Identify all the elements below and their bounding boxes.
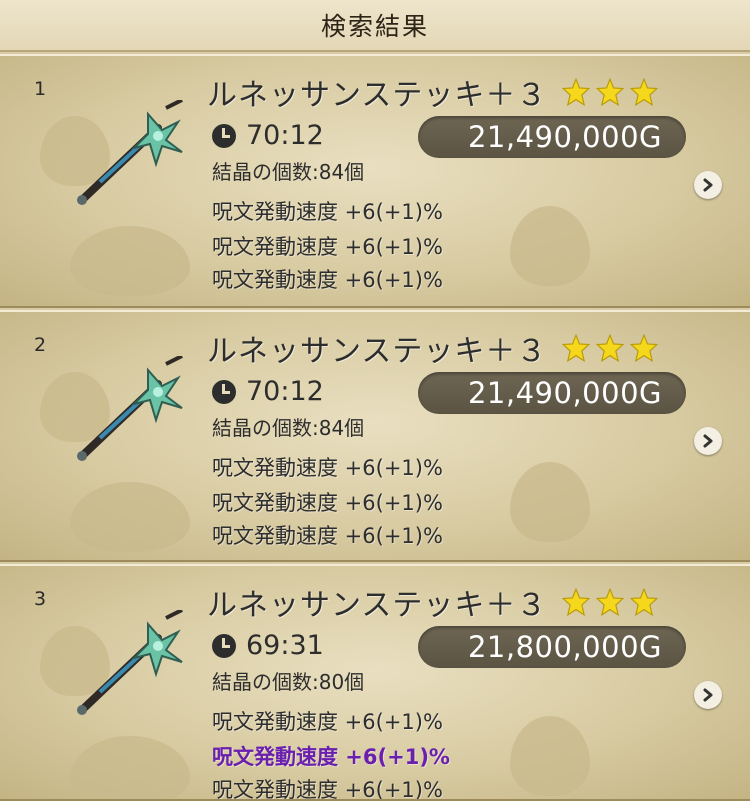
staff-icon [77, 100, 183, 205]
star-icon [630, 78, 658, 106]
stat-line: 呪文発動速度 +6(+1)% [212, 778, 443, 801]
result-rank: 2 [34, 334, 47, 356]
time-text: 70:12 [246, 376, 324, 407]
item-name: ルネッサンステッキ＋３ [207, 78, 548, 113]
time-remaining: 69:31 [212, 630, 324, 661]
star-icon [562, 588, 590, 616]
background-monster-shape [70, 226, 190, 296]
star-rating [562, 334, 658, 362]
result-card[interactable]: 3 ルネッサンステッキ＋３ 69:31 21,800,000G 結晶の個数:80… [0, 564, 750, 801]
time-remaining: 70:12 [212, 376, 324, 407]
stat-line: 呪文発動速度 +6(+1)% [212, 456, 443, 480]
star-icon [630, 588, 658, 616]
stat-line: 呪文発動速度 +6(+1)% [212, 710, 443, 734]
price-text: 21,800,000G [467, 630, 662, 664]
star-rating [562, 588, 658, 616]
chevron-right-icon [703, 434, 713, 448]
stat-line-highlighted: 呪文発動速度 +6(+1)% [212, 745, 450, 769]
stat-line: 呪文発動速度 +6(+1)% [212, 200, 443, 224]
result-card[interactable]: 2 ルネッサンステッキ＋３ 70:12 21,490,000G 結晶の個数:84… [0, 310, 750, 562]
star-icon [562, 78, 590, 106]
result-card[interactable]: 1 ルネッサンステッキ＋３ 70:12 21,490,000G 結晶の個数:84… [0, 54, 750, 308]
star-icon [596, 78, 624, 106]
price-badge: 21,490,000G [418, 372, 686, 414]
stat-line: 呪文発動速度 +6(+1)% [212, 235, 443, 259]
background-monster-shape [70, 482, 190, 552]
star-icon [596, 334, 624, 362]
staff-icon [77, 610, 183, 715]
detail-button[interactable] [694, 171, 722, 199]
time-remaining: 70:12 [212, 120, 324, 151]
chevron-right-icon [703, 688, 713, 702]
time-text: 69:31 [246, 630, 324, 661]
price-badge: 21,800,000G [418, 626, 686, 668]
header-bar: 検索結果 [0, 0, 750, 52]
item-name: ルネッサンステッキ＋３ [207, 588, 548, 623]
star-rating [562, 78, 658, 106]
background-slime-shape [510, 206, 590, 286]
stat-line: 呪文発動速度 +6(+1)% [212, 268, 443, 292]
background-monster-shape [70, 736, 190, 799]
time-text: 70:12 [246, 120, 324, 151]
background-slime-shape [510, 462, 590, 542]
stat-line: 呪文発動速度 +6(+1)% [212, 491, 443, 515]
clock-icon [212, 123, 236, 148]
star-icon [630, 334, 658, 362]
price-text: 21,490,000G [467, 120, 662, 154]
staff-icon [77, 356, 183, 461]
price-text: 21,490,000G [467, 376, 662, 410]
detail-button[interactable] [694, 427, 722, 455]
clock-icon [212, 379, 236, 404]
crystal-count: 結晶の個数:80個 [212, 670, 365, 694]
crystal-count: 結晶の個数:84個 [212, 160, 365, 184]
result-rank: 3 [34, 588, 47, 610]
star-icon [596, 588, 624, 616]
item-name: ルネッサンステッキ＋３ [207, 334, 548, 369]
background-slime-shape [510, 716, 590, 796]
result-rank: 1 [34, 78, 47, 100]
star-icon [562, 334, 590, 362]
page-title: 検索結果 [320, 12, 429, 41]
detail-button[interactable] [694, 681, 722, 709]
stat-line: 呪文発動速度 +6(+1)% [212, 524, 443, 548]
chevron-right-icon [703, 178, 713, 192]
clock-icon [212, 633, 236, 658]
price-badge: 21,490,000G [418, 116, 686, 158]
crystal-count: 結晶の個数:84個 [212, 416, 365, 440]
